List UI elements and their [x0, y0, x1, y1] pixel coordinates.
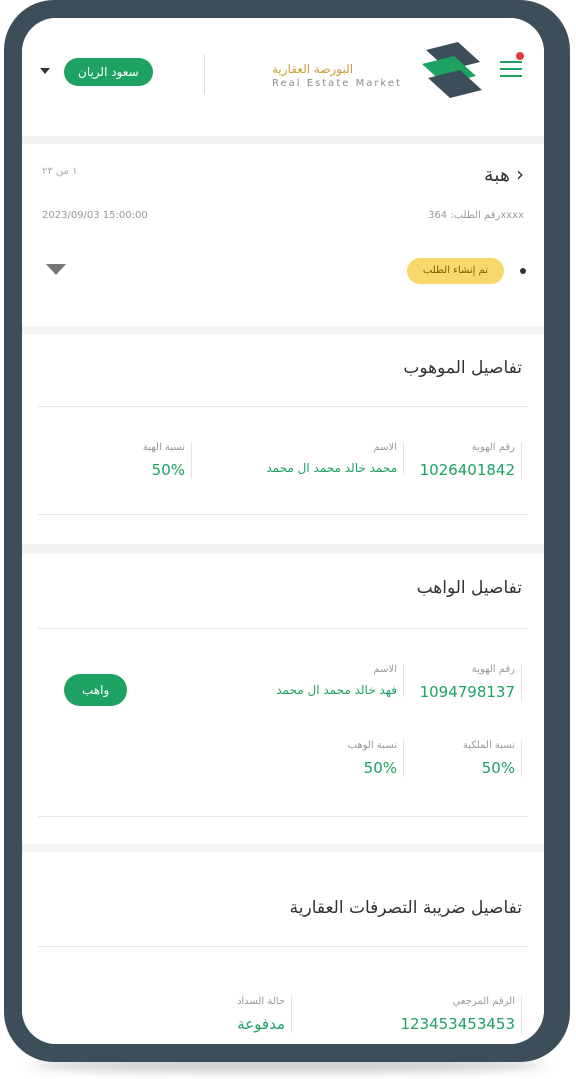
section-title: تفاصيل الموهوب [403, 358, 522, 378]
status-badge: تم إنشاء الطلب [406, 258, 504, 284]
ownership-label: نسبة الملكية [462, 740, 515, 751]
brand-name-ar: البورصة العقارية [272, 62, 354, 76]
request-title[interactable]: هبة › [484, 162, 524, 186]
id-field: رقم الهوية 1094798137 [420, 664, 522, 701]
id-label: رقم الهوية [471, 664, 515, 675]
chevron-right-icon[interactable]: › [516, 162, 524, 186]
payment-status-label: حالة السداد [236, 996, 285, 1007]
payment-status-value: مدفوعة [237, 1015, 285, 1033]
request-title-text: هبة [484, 164, 510, 186]
name-label: الاسم [373, 442, 397, 453]
divider [38, 514, 528, 515]
share-label: نسبة الهبة [142, 442, 185, 453]
divider [38, 628, 528, 629]
divider [38, 816, 528, 817]
section-title: تفاصيل الواهب [416, 578, 522, 598]
brand-name-en: Real Estate Market [272, 78, 402, 89]
chevron-down-icon[interactable] [40, 68, 50, 74]
request-number: رقم الطلب: 364xxxx [428, 210, 524, 221]
gift-share-field: نسبة الوهب 50% [348, 740, 404, 777]
ownership-value: 50% [481, 759, 515, 777]
name-field: الاسم محمد خالد محمد ال محمد [266, 442, 404, 475]
request-datetime: 2023/09/03 15:00:00 [42, 210, 148, 221]
request-card: هبة › ١ من ٢٣ رقم الطلب: 364xxxx 2023/09/… [22, 144, 544, 326]
name-field: الاسم فهد خالد محمد ال محمد [276, 664, 404, 697]
tax-card: تفاصيل ضريبة التصرفات العقارية الرقم الم… [22, 852, 544, 1044]
role-badge[interactable]: واهب [64, 674, 128, 706]
divider [38, 406, 528, 407]
screen: سعود الريان البورصة العقارية Real Estate… [22, 18, 544, 1044]
menu-icon[interactable] [500, 52, 524, 80]
status-dot [520, 268, 526, 274]
share-field: نسبة الهبة 50% [143, 442, 192, 479]
logo-icon [422, 42, 482, 98]
gift-receiver-card: تفاصيل الموهوب رقم الهوية 1026401842 الا… [22, 334, 544, 544]
tax-ref-field: الرقم المرجعي 123453453453 [400, 996, 522, 1033]
app-header: سعود الريان البورصة العقارية Real Estate… [22, 18, 544, 136]
share-value: 50% [151, 461, 185, 479]
expand-caret-icon[interactable] [46, 264, 66, 275]
name-value: فهد خالد محمد ال محمد [276, 683, 397, 697]
id-value: 1094798137 [419, 683, 515, 701]
name-label: الاسم [373, 664, 397, 675]
tax-ref-label: الرقم المرجعي [452, 996, 515, 1007]
header-divider [204, 54, 205, 94]
notification-dot [516, 52, 524, 60]
id-value: 1026401842 [419, 461, 515, 479]
id-label: رقم الهوية [471, 442, 515, 453]
tax-ref-value: 123453453453 [400, 1015, 515, 1033]
id-field: رقم الهوية 1026401842 [420, 442, 522, 479]
gift-giver-card: تفاصيل الواهب رقم الهوية 1094798137 الاس… [22, 554, 544, 844]
name-value: محمد خالد محمد ال محمد [266, 461, 397, 475]
request-index: ١ من ٢٣ [42, 166, 78, 177]
user-name-button[interactable]: سعود الريان [64, 58, 153, 86]
gift-share-value: 50% [363, 759, 397, 777]
payment-status-field: حالة السداد مدفوعة [237, 996, 292, 1033]
ownership-field: نسبة الملكية 50% [463, 740, 522, 777]
brand: البورصة العقارية Real Estate Market [272, 62, 402, 89]
section-title: تفاصيل ضريبة التصرفات العقارية [289, 898, 522, 918]
divider [38, 946, 528, 947]
gift-share-label: نسبة الوهب [347, 740, 397, 751]
